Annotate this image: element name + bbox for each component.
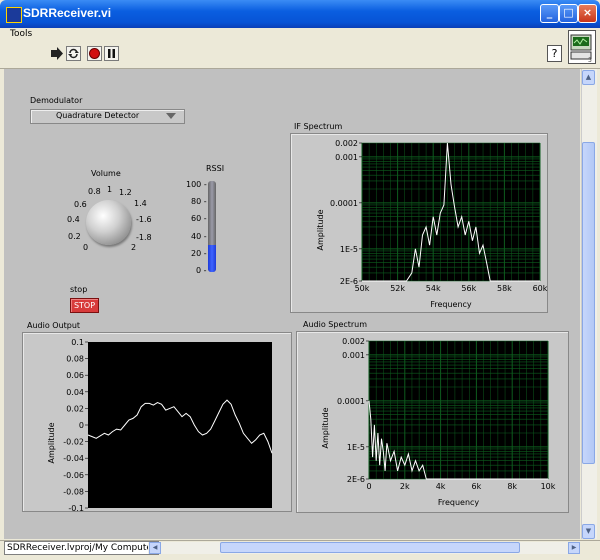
charts-layer: 0.002 0.001 0.0001 1E-5 2E-6 50k 52k 54k 56k 58k 6… — [47, 139, 556, 513]
x-tick-label: 10k — [541, 482, 556, 491]
y-tick-label: -0.06 — [63, 471, 84, 480]
x-axis-label: Frequency — [438, 498, 480, 507]
y-tick-label: 0.1 — [71, 338, 84, 347]
y-tick-label: 2E-6 — [347, 475, 365, 484]
y-tick-label: -0.08 — [63, 487, 84, 496]
y-tick-label: -0.04 — [63, 454, 84, 463]
x-tick-label: 0 — [366, 482, 371, 491]
x-tick-label: 54k — [426, 284, 441, 293]
y-tick-label: 0.002 — [335, 139, 358, 148]
scroll-left-arrow-icon[interactable]: ◀ — [149, 542, 161, 554]
y-tick-label: 0.0001 — [330, 199, 358, 208]
scroll-right-arrow-icon[interactable]: ▶ — [568, 542, 580, 554]
y-tick-label: 0.02 — [66, 404, 84, 413]
horizontal-scroll-thumb[interactable] — [220, 542, 520, 553]
x-tick-label: 6k — [472, 482, 482, 491]
y-tick-label: 0 — [79, 421, 84, 430]
y-tick-label: 0.0001 — [337, 397, 365, 406]
x-axis-label: Frequency — [430, 300, 472, 309]
x-tick-label: 4k — [436, 482, 446, 491]
project-path-label: SDRReceiver.lvproj/My Computer — [4, 541, 159, 555]
x-tick-label: 52k — [390, 284, 405, 293]
y-tick-label: 0.04 — [66, 388, 84, 397]
x-tick-label: 60k — [533, 284, 548, 293]
y-axis-label: Amplitude — [47, 422, 56, 463]
x-tick-label: 50k — [355, 284, 370, 293]
x-tick-label: 58k — [497, 284, 512, 293]
x-tick-label: 2k — [400, 482, 410, 491]
x-tick-label: 56k — [461, 284, 476, 293]
y-tick-label: 1E-5 — [347, 443, 365, 452]
y-axis-label: Amplitude — [321, 407, 330, 448]
y-tick-label: 0.06 — [66, 371, 84, 380]
y-tick-label: 0.08 — [66, 355, 84, 364]
y-tick-label: 1E-5 — [340, 245, 358, 254]
plot-area — [88, 342, 272, 508]
y-tick-label: 0.001 — [335, 153, 358, 162]
y-tick-label: -0.1 — [68, 504, 84, 513]
y-tick-label: -0.02 — [63, 438, 84, 447]
x-tick-label: 8k — [507, 482, 517, 491]
y-axis-label: Amplitude — [316, 209, 325, 250]
y-tick-label: 0.002 — [342, 337, 365, 346]
y-tick-label: 0.001 — [342, 351, 365, 360]
